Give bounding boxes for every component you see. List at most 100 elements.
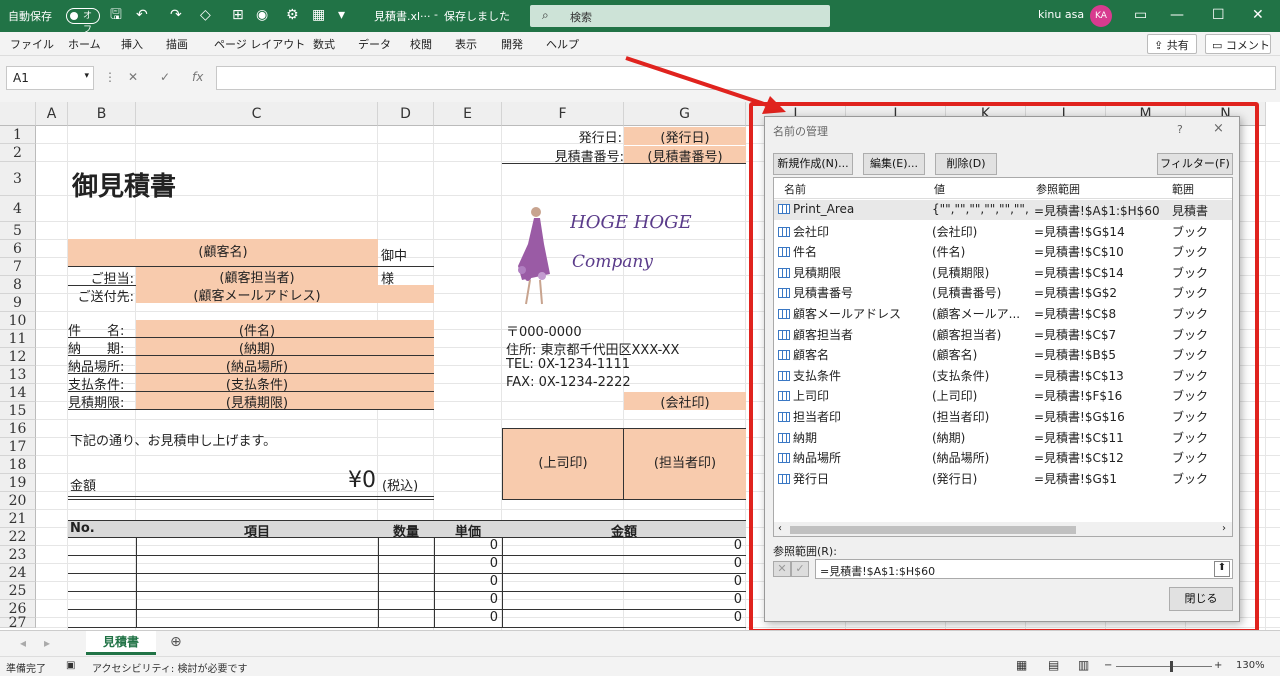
row-header[interactable]: 6 [0, 240, 36, 258]
col-header-name[interactable]: 名前 [784, 181, 806, 197]
zoom-slider[interactable] [1116, 666, 1212, 667]
row-header[interactable]: 7 [0, 258, 36, 276]
validity-cell[interactable]: (見積期限) [136, 392, 434, 410]
cancel-ref-icon[interactable]: ✕ [773, 561, 791, 577]
row-header[interactable]: 4 [0, 196, 36, 222]
staff-seal-cell[interactable]: (担当者印) [623, 428, 746, 500]
list-item[interactable]: 顧客名 (顧客名) =見積書!$B$5 ブック [774, 344, 1232, 364]
row-header[interactable]: 23 [0, 546, 36, 564]
table-amount-cell[interactable]: 0 [502, 538, 742, 553]
share-button[interactable]: ⇪ 共有 [1147, 34, 1197, 54]
chevron-down-icon[interactable]: ▾ [84, 71, 89, 81]
row-header[interactable]: 12 [0, 348, 36, 366]
list-item[interactable]: 担当者印 (担当者印) =見積書!$G$16 ブック [774, 406, 1232, 426]
list-item[interactable]: 顧客メールアドレス (顧客メールア... =見積書!$C$8 ブック [774, 303, 1232, 323]
page-layout-icon[interactable]: ▤ [1048, 658, 1059, 672]
zoom-level[interactable]: 130% [1236, 660, 1265, 671]
tab-review[interactable]: 校閲 [410, 36, 432, 52]
edit-button[interactable]: 編集(E)... [863, 153, 925, 175]
table-amount-cell[interactable]: 0 [502, 574, 742, 589]
tab-help[interactable]: ヘルプ [546, 36, 579, 52]
prev-sheet-icon[interactable]: ◂ [20, 636, 26, 650]
ref-input[interactable]: =見積書!$A$1:$H$60 ⬆ [815, 559, 1233, 579]
filter-button[interactable]: フィルター(F) ▾ [1157, 153, 1233, 190]
close-dialog-button[interactable]: 閉じる [1169, 587, 1233, 611]
list-item[interactable]: 上司印 (上司印) =見積書!$F$16 ブック [774, 385, 1232, 405]
enter-icon[interactable]: ✓ [160, 70, 170, 84]
row-header[interactable]: 22 [0, 528, 36, 546]
list-item[interactable]: 件名 (件名) =見積書!$C$10 ブック [774, 241, 1232, 261]
tab-page-layout[interactable]: ページ レイアウト [214, 36, 305, 52]
company-seal-cell[interactable]: (会社印) [624, 392, 746, 410]
table-amount-cell[interactable]: 0 [502, 592, 742, 607]
email-cell[interactable]: (顧客メールアドレス) [136, 285, 434, 303]
contact-cell[interactable]: (顧客担当者) [136, 267, 378, 285]
select-all-corner[interactable] [0, 102, 36, 126]
row-header[interactable]: 17 [0, 438, 36, 456]
next-sheet-icon[interactable]: ▸ [44, 636, 50, 650]
row-header[interactable]: 9 [0, 294, 36, 312]
list-item[interactable]: 顧客担当者 (顧客担当者) =見積書!$C$7 ブック [774, 324, 1232, 344]
confirm-ref-icon[interactable]: ✓ [791, 561, 809, 577]
table-amount-cell[interactable]: 0 [502, 556, 742, 571]
table-price-cell[interactable]: 0 [434, 592, 498, 607]
row-header[interactable]: 13 [0, 366, 36, 384]
ribbon-display-icon[interactable]: ▭ [1134, 7, 1147, 23]
list-item[interactable]: 発行日 (発行日) =見積書!$G$1 ブック [774, 468, 1232, 488]
subject-cell[interactable]: (件名) [136, 320, 434, 338]
minimize-icon[interactable]: — [1170, 7, 1184, 23]
settings-icon[interactable]: ⚙ [286, 7, 299, 23]
table-price-cell[interactable]: 0 [434, 556, 498, 571]
column-header[interactable]: E [434, 102, 502, 126]
tab-formulas[interactable]: 数式 [313, 36, 335, 52]
avatar[interactable]: KA [1090, 5, 1112, 27]
row-header[interactable]: 1 [0, 126, 36, 144]
amount-value[interactable]: ¥0 [300, 468, 376, 493]
page-break-icon[interactable]: ▥ [1078, 658, 1089, 672]
tab-file[interactable]: ファイル [10, 36, 54, 52]
column-header[interactable]: F [502, 102, 624, 126]
row-header[interactable]: 2 [0, 144, 36, 162]
tab-data[interactable]: データ [358, 36, 391, 52]
issue-date-cell[interactable]: (発行日) [624, 127, 746, 145]
table-price-cell[interactable]: 0 [434, 538, 498, 553]
new-button[interactable]: 新規作成(N)... [773, 153, 853, 175]
zoom-in-icon[interactable]: + [1214, 660, 1222, 671]
row-header[interactable]: 3 [0, 162, 36, 196]
macro-icon[interactable]: ▣ [66, 660, 75, 671]
add-sheet-icon[interactable]: ⊕ [170, 634, 182, 650]
row-header[interactable]: 16 [0, 420, 36, 438]
column-header[interactable]: B [68, 102, 136, 126]
tab-view[interactable]: 表示 [455, 36, 477, 52]
row-header[interactable]: 14 [0, 384, 36, 402]
row-header[interactable]: 21 [0, 510, 36, 528]
row-header[interactable]: 15 [0, 402, 36, 420]
list-item[interactable]: 納期 (納期) =見積書!$C$11 ブック [774, 427, 1232, 447]
column-header[interactable]: A [36, 102, 68, 126]
tab-draw[interactable]: 描画 [166, 36, 188, 52]
col-header-ref[interactable]: 参照範囲 [1036, 181, 1080, 197]
table-price-cell[interactable]: 0 [434, 574, 498, 589]
list-item[interactable]: 会社印 (会社印) =見積書!$G$14 ブック [774, 221, 1232, 241]
dialog-close-icon[interactable]: × [1213, 121, 1224, 136]
delete-button[interactable]: 削除(D) [935, 153, 997, 175]
row-header[interactable]: 27 [0, 616, 36, 630]
redo-icon[interactable]: ↷ [170, 7, 182, 23]
shape-icon[interactable]: ◇ [200, 7, 211, 23]
names-list[interactable]: 名前 値 参照範囲 範囲 Print_Area {"","","","","","… [773, 177, 1233, 537]
tab-home[interactable]: ホーム [68, 36, 101, 52]
help-button[interactable]: ? [1177, 123, 1183, 136]
list-item[interactable]: 支払条件 (支払条件) =見積書!$C$13 ブック [774, 365, 1232, 385]
comment-button[interactable]: ▭ コメント [1205, 34, 1271, 54]
grid-icon[interactable]: ⊞ [232, 7, 244, 23]
row-header[interactable]: 25 [0, 582, 36, 600]
autosave-toggle[interactable]: オフ [66, 8, 100, 35]
tab-developer[interactable]: 開発 [501, 36, 523, 52]
table-price-cell[interactable]: 0 [434, 610, 498, 625]
row-header[interactable]: 8 [0, 276, 36, 294]
zoom-slider-thumb[interactable] [1170, 661, 1173, 672]
normal-view-icon[interactable]: ▦ [1016, 658, 1027, 672]
insert-function-icon[interactable]: fx [192, 70, 203, 84]
due-cell[interactable]: (納期) [136, 338, 434, 356]
tab-insert[interactable]: 挿入 [121, 36, 143, 52]
